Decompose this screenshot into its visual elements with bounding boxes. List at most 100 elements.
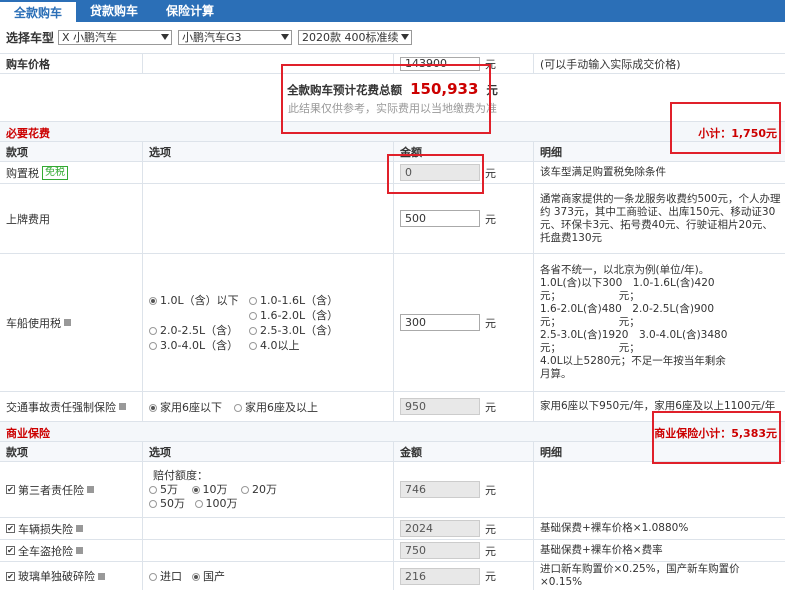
vessel-tax-detail-line: 4.0L以上5280元；不足一年按当年剩余: [540, 355, 726, 367]
purchase-tax-detail: 该车型满足购置税免除条件: [540, 166, 666, 178]
brand-select[interactable]: X 小鹏汽车: [58, 30, 173, 45]
limit-option-label: 10万: [202, 482, 228, 496]
vessel-tax-detail-line: 元； 元；: [540, 342, 640, 354]
glass-amount-cell: 216 元: [394, 562, 534, 590]
displacement-option-7[interactable]: 4.0以上: [249, 339, 359, 352]
annotation-box-required-subtotal: [670, 102, 781, 154]
col-item: 款项: [0, 442, 143, 461]
vessel-tax-input[interactable]: 300: [400, 314, 480, 331]
tab-full-purchase[interactable]: 全款购车: [0, 0, 77, 22]
radio-icon: [194, 499, 203, 508]
vessel-tax-detail-line: 1.0L(含)以下300 1.0-1.6L(含)420: [540, 277, 715, 289]
compulsory-unit: 元: [485, 400, 496, 414]
tab-loan-purchase[interactable]: 贷款购车: [76, 0, 152, 22]
compulsory-input[interactable]: 950: [400, 398, 480, 415]
vessel-tax-detail-line: 1.6-2.0L(含)480 2.0-2.5L(含)900: [540, 303, 715, 315]
annotation-box-commercial-subtotal: [652, 411, 781, 464]
checkbox-checked-icon[interactable]: ✔: [6, 571, 15, 581]
tab-bar: 全款购车 贷款购车 保险计算: [0, 0, 785, 22]
damage-label-cell: ✔ 车辆损失险: [0, 518, 143, 539]
radio-icon: [249, 341, 257, 350]
radio-icon: [249, 311, 257, 320]
displacement-option-1[interactable]: 1.0L（含）以下: [149, 294, 249, 307]
radio-selected-icon: [192, 573, 200, 581]
damage-detail: 基础保费+裸车价格×1.0880%: [540, 522, 689, 534]
radio-icon: [149, 499, 157, 508]
amount-limit-label: 赔付额度：: [153, 468, 208, 482]
compulsory-amount-cell: 950 元: [394, 392, 534, 421]
radio-selected-icon: [149, 403, 157, 412]
vessel-tax-amount-cell: 300 元: [394, 254, 534, 391]
seat-option-label: 家用6座及以上: [245, 400, 318, 414]
radio-icon: [249, 296, 257, 305]
tab-insurance-calc[interactable]: 保险计算: [152, 0, 228, 22]
limit-option-10w[interactable]: 10万: [191, 482, 228, 496]
plate-fee-input[interactable]: 500: [400, 210, 480, 227]
theft-amount-cell: 750 元: [394, 540, 534, 561]
third-party-label-cell: ✔ 第三者责任险: [0, 462, 143, 517]
help-icon[interactable]: [98, 572, 105, 580]
theft-input[interactable]: 750: [400, 542, 480, 559]
help-icon[interactable]: [76, 547, 83, 554]
radio-selected-icon: [191, 485, 200, 494]
vessel-tax-unit: 元: [485, 316, 496, 330]
chevron-down-icon: [401, 34, 410, 40]
checkbox-checked-icon[interactable]: ✔: [6, 524, 15, 533]
glass-label-cell: ✔ 玻璃单独破碎险: [0, 562, 143, 590]
compulsory-option-cell: 家用6座以下 家用6座及以上: [143, 392, 394, 421]
displacement-option-label: 2.5-3.0L（含）: [260, 323, 339, 337]
limit-option-100w[interactable]: 100万: [194, 497, 238, 510]
displacement-option-label: 1.0L（含）以下: [160, 293, 239, 307]
displacement-option-5[interactable]: 2.5-3.0L（含）: [249, 324, 359, 337]
radio-icon: [241, 485, 249, 494]
help-icon[interactable]: [87, 486, 94, 493]
glass-input[interactable]: 216: [400, 567, 480, 585]
displacement-option-2[interactable]: 1.0-1.6L（含）: [249, 294, 359, 307]
col-item: 款项: [0, 142, 143, 161]
displacement-option-label: 1.0-1.6L（含）: [260, 293, 339, 307]
vessel-tax-detail-line: 元； 元；: [540, 316, 640, 328]
glass-option-label: 进口: [160, 570, 182, 583]
theft-unit: 元: [485, 544, 496, 558]
purchase-tax-option-cell: [143, 162, 394, 183]
col-option: 选项: [143, 142, 394, 161]
checkbox-checked-icon[interactable]: ✔: [6, 546, 15, 555]
limit-option-5w[interactable]: 5万: [149, 483, 178, 496]
commercial-title: 商业保险: [6, 427, 50, 440]
radio-icon: [149, 573, 157, 581]
third-party-unit: 元: [485, 483, 496, 497]
series-select[interactable]: 小鹏汽车G3: [178, 30, 293, 45]
displacement-option-4[interactable]: 2.0-2.5L（含）: [149, 324, 249, 337]
help-icon[interactable]: [64, 319, 71, 326]
glass-option-imported[interactable]: 进口: [149, 568, 182, 584]
limit-option-50w[interactable]: 50万: [149, 497, 185, 510]
third-party-input[interactable]: 746: [400, 481, 480, 498]
damage-input[interactable]: 2024: [400, 520, 480, 537]
seat-option-under-6[interactable]: 家用6座以下: [149, 399, 222, 415]
displacement-option-label: 2.0-2.5L（含）: [160, 323, 239, 337]
amount-limit-options-row2: 50万 100万: [149, 497, 238, 511]
displacement-option-6[interactable]: 3.0-4.0L（含）: [149, 339, 249, 352]
radio-icon: [234, 403, 242, 412]
radio-icon: [149, 485, 157, 494]
help-icon[interactable]: [119, 403, 126, 410]
col-option: 选项: [143, 442, 394, 461]
help-icon[interactable]: [76, 525, 83, 532]
glass-option-domestic[interactable]: 国产: [192, 568, 225, 584]
plate-fee-row: 上牌费用 500 元 通常商家提供的一条龙服务收费约500元，个人办理约 373…: [0, 184, 785, 254]
displacement-option-blank: [149, 309, 249, 322]
theft-option-cell: [143, 540, 394, 561]
model-select[interactable]: 2020款 400标准续: [298, 30, 413, 45]
third-party-option-cell: 赔付额度： 5万 10万 20万 50万 100万: [143, 462, 394, 517]
glass-option-cell: 进口 国产: [143, 562, 394, 590]
checkbox-checked-icon[interactable]: ✔: [6, 485, 15, 494]
tax-free-badge: 免税: [42, 165, 68, 180]
displacement-option-label: 1.6-2.0L（含）: [260, 308, 339, 322]
limit-option-20w[interactable]: 20万: [241, 483, 277, 496]
seat-option-label: 家用6座以下: [160, 400, 222, 414]
seat-option-6-plus[interactable]: 家用6座及以上: [234, 399, 318, 415]
third-party-row: ✔ 第三者责任险 赔付额度： 5万 10万 20万 50万 100万 746 元: [0, 462, 785, 518]
displacement-option-3[interactable]: 1.6-2.0L（含）: [249, 309, 359, 322]
vessel-tax-detail: 各省不统一，以北京为例(单位/年)。 1.0L(含)以下300 1.0-1.6L…: [534, 254, 785, 391]
damage-option-cell: [143, 518, 394, 539]
